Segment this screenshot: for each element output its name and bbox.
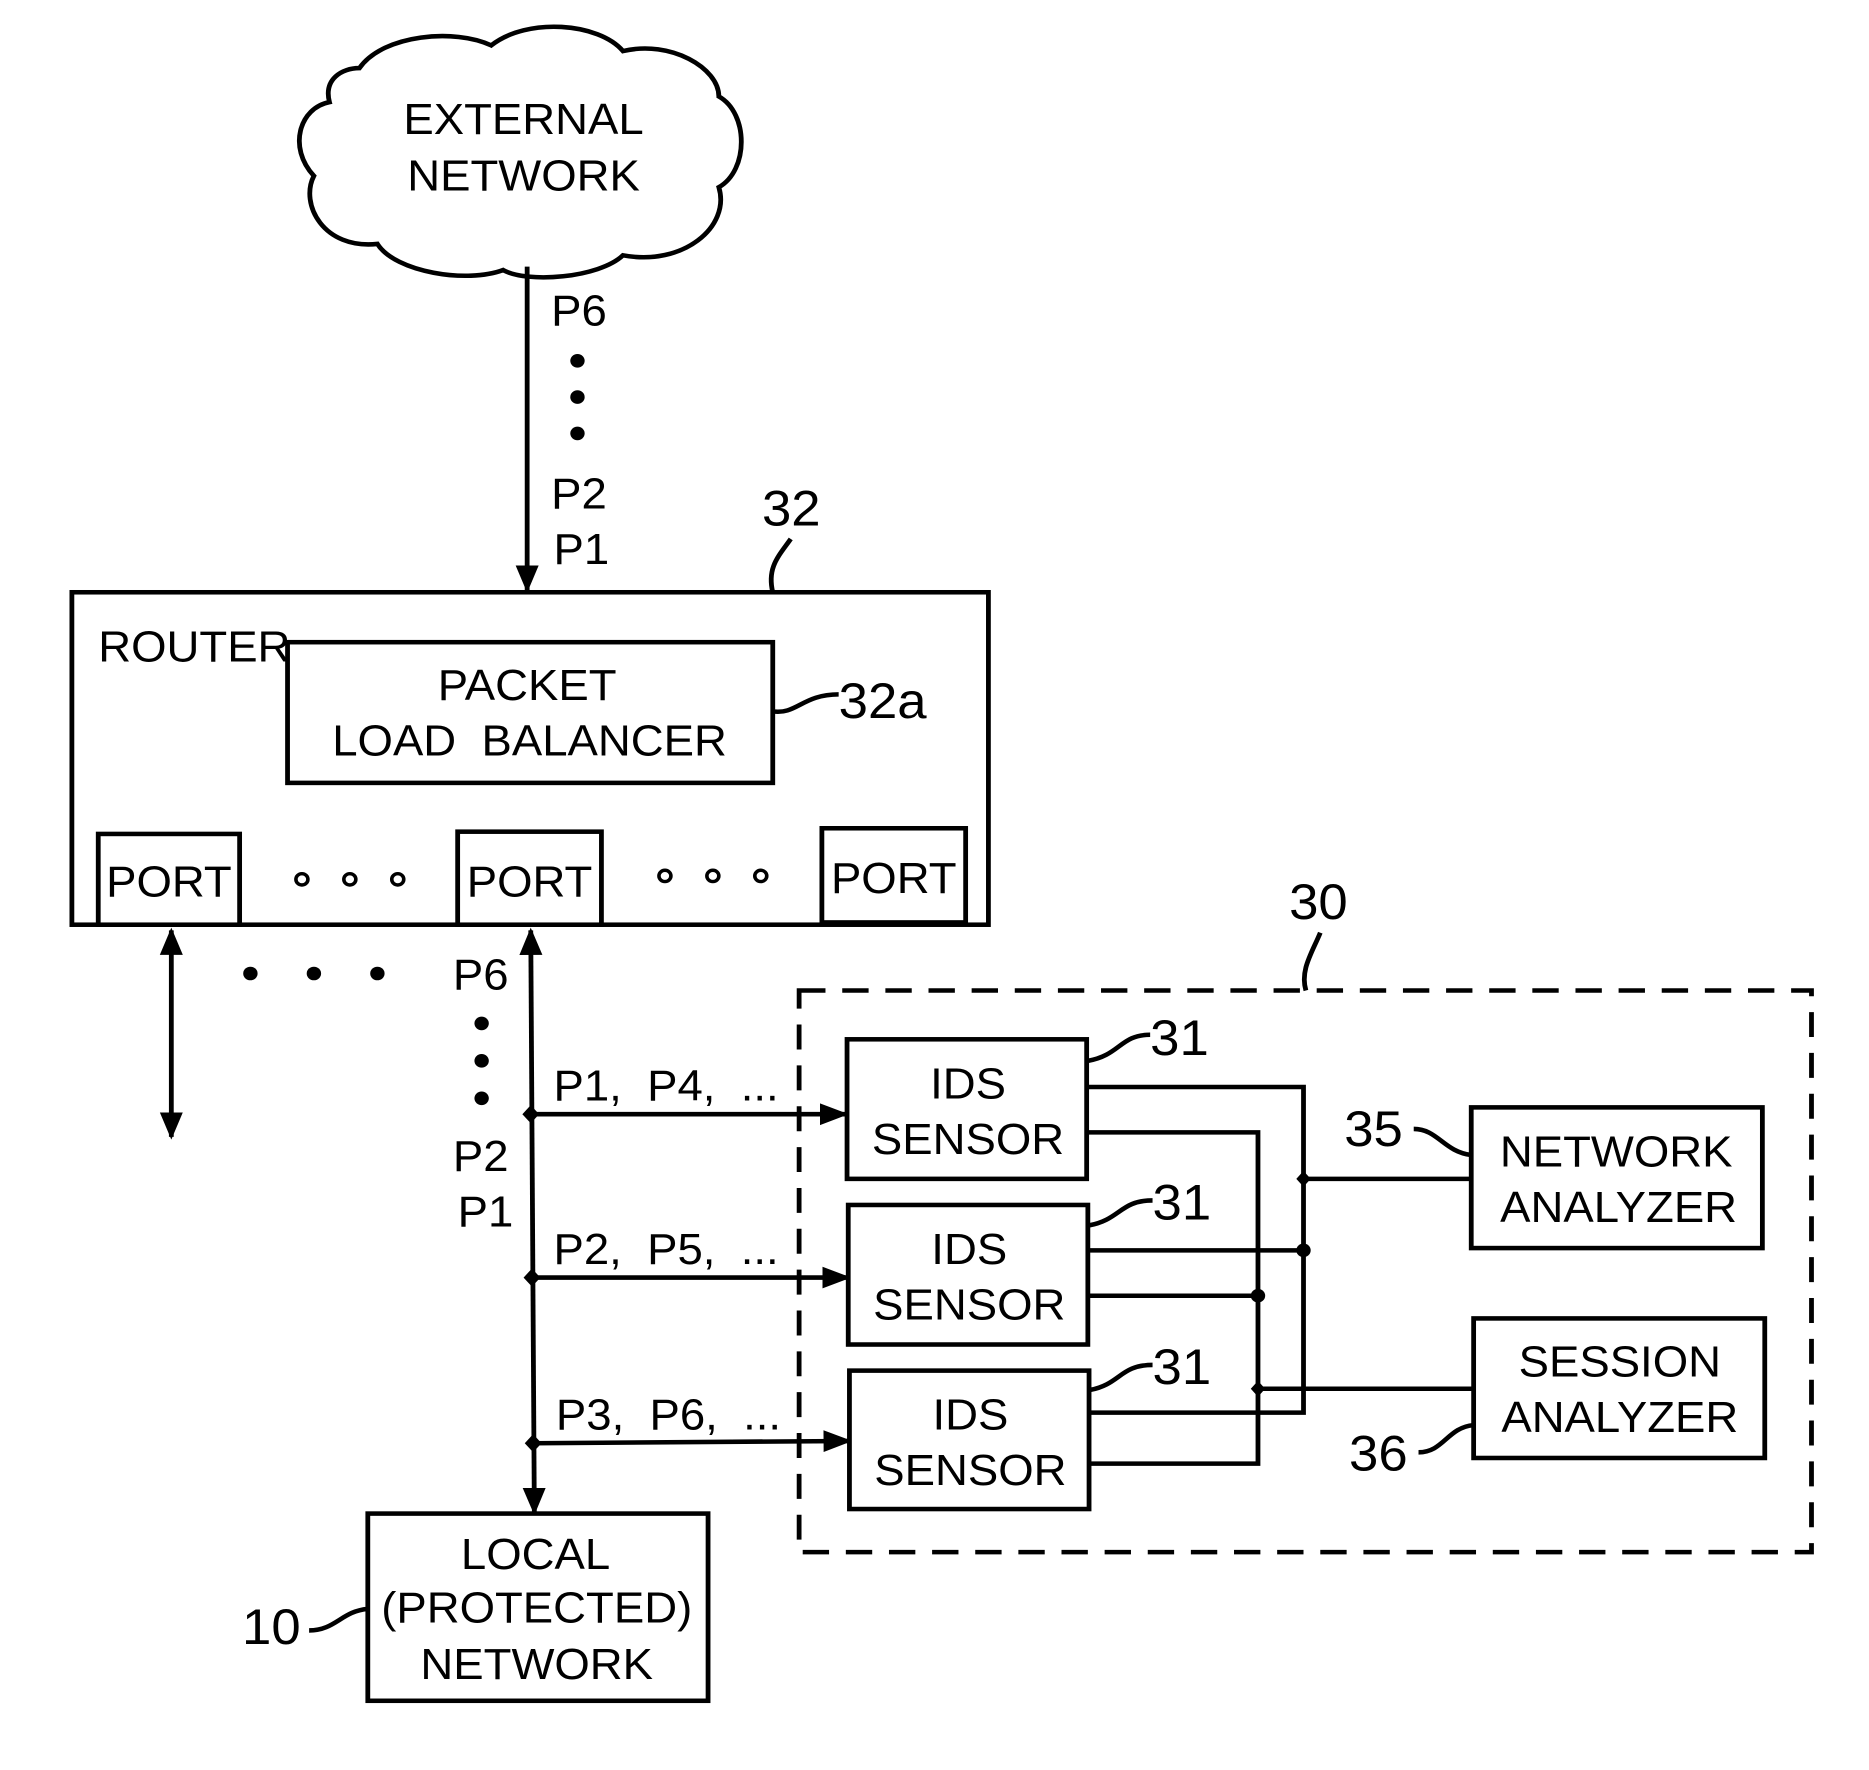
session-analyzer-ref-leader: [1418, 1422, 1475, 1455]
session-analyzer-label-line1: SESSION: [1519, 1338, 1721, 1386]
ids-sensor-label-line2: SENSOR: [874, 1447, 1066, 1495]
main-bus-bidirectional-arrow: [519, 927, 546, 1516]
load-balancer-label-line1: PACKET: [438, 662, 617, 710]
network-ids-diagram: EXTERNAL NETWORK P6 P2 P1 32 ROUTER PACK…: [69, 24, 1814, 1704]
network-analyzer-ref: 35: [1344, 1101, 1403, 1156]
network-analyzer-label-line2: ANALYZER: [1500, 1184, 1737, 1232]
external-network-label-line2: NETWORK: [407, 153, 640, 201]
ellipsis-dot: [306, 966, 322, 981]
session-analyzer-label-line2: ANALYZER: [1501, 1394, 1738, 1442]
local-network-label-line3: NETWORK: [420, 1641, 653, 1689]
ids-sensor-ref-leader: [1089, 1362, 1153, 1393]
ellipsis-dot: [243, 966, 258, 981]
ellipsis-dot: [657, 868, 673, 884]
ids-sensor-label-line1: IDS: [931, 1226, 1007, 1274]
ellipsis-dot: [752, 868, 769, 884]
session-analyzer-ref: 36: [1349, 1426, 1408, 1481]
port-label: PORT: [467, 858, 593, 906]
load-balancer-label-line2: LOAD BALANCER: [332, 718, 727, 766]
external-network-cloud: EXTERNAL NETWORK: [296, 24, 744, 280]
local-network-label-line2: (PROTECTED): [381, 1585, 692, 1633]
ids-system-ref: 30: [1289, 874, 1348, 929]
ids-sensor-label-line1: IDS: [930, 1060, 1006, 1108]
junction-node: [1296, 1243, 1311, 1258]
ellipsis-dot: [389, 871, 406, 887]
sensor-feed-packets: P2, P5, ...: [554, 1226, 779, 1274]
outbound-packet-p1: P1: [458, 1189, 514, 1237]
local-network-ref-leader: [308, 1606, 369, 1633]
junction-node: [1250, 1288, 1266, 1303]
outbound-packet-top: P6: [453, 951, 509, 999]
network-analyzer-label-line1: NETWORK: [1500, 1128, 1733, 1176]
inbound-packet-p2: P2: [551, 470, 607, 518]
ellipsis-dot: [342, 871, 358, 887]
ellipsis-dot: [474, 1016, 489, 1031]
ids-sensor-ref-leader: [1087, 1032, 1151, 1064]
ids-sensor-ref: 31: [1150, 1010, 1209, 1065]
local-network-ref: 10: [242, 1599, 301, 1654]
ellipsis-dot: [474, 1054, 489, 1068]
port-label: PORT: [831, 855, 957, 903]
local-protected-network: LOCAL (PROTECTED) NETWORK 10: [242, 1511, 711, 1704]
sensor-feed-arrow: [533, 1430, 853, 1453]
ids-system-ref-leader: [1301, 931, 1323, 992]
outbound-packet-p2: P2: [453, 1133, 509, 1181]
ids-sensor-ref-leader: [1088, 1198, 1153, 1228]
sensor-feed-packets: P3, P6, ...: [556, 1392, 781, 1440]
ids-sensor-label-line1: IDS: [932, 1392, 1008, 1440]
ellipsis-dot: [570, 354, 585, 368]
ids-sensor-ref: 31: [1153, 1175, 1212, 1230]
network-analyzer-ref-leader: [1413, 1126, 1472, 1158]
ellipsis-dot: [370, 966, 385, 981]
ellipsis-dot: [294, 871, 310, 887]
router-ref-leader: [768, 537, 793, 593]
router-label: ROUTER: [98, 624, 290, 672]
router-ref: 32: [762, 481, 821, 536]
ids-system: 30 IDS SENSOR 31 IDS SENSOR 31 IDS SENSO…: [796, 874, 1814, 1555]
ellipsis-dot: [570, 426, 585, 441]
ellipsis-dot: [705, 868, 721, 884]
external-network-label-line1: EXTERNAL: [403, 96, 643, 144]
load-balancer-ref: 32a: [839, 673, 927, 728]
ids-sensor-label-line2: SENSOR: [873, 1282, 1065, 1330]
port-label: PORT: [106, 858, 232, 906]
router: 32 ROUTER PACKET LOAD BALANCER 32a PORT …: [69, 481, 991, 927]
inbound-packet-top: P6: [551, 288, 607, 336]
ellipsis-dot: [474, 1091, 489, 1106]
sensor-feed-packets: P1, P4, ...: [554, 1063, 779, 1111]
ids-sensor-label-line2: SENSOR: [872, 1116, 1064, 1164]
ellipsis-dot: [570, 390, 585, 404]
local-network-label-line1: LOCAL: [461, 1531, 610, 1579]
ids-sensor-ref: 31: [1153, 1339, 1212, 1394]
inbound-packet-p1: P1: [554, 526, 610, 574]
